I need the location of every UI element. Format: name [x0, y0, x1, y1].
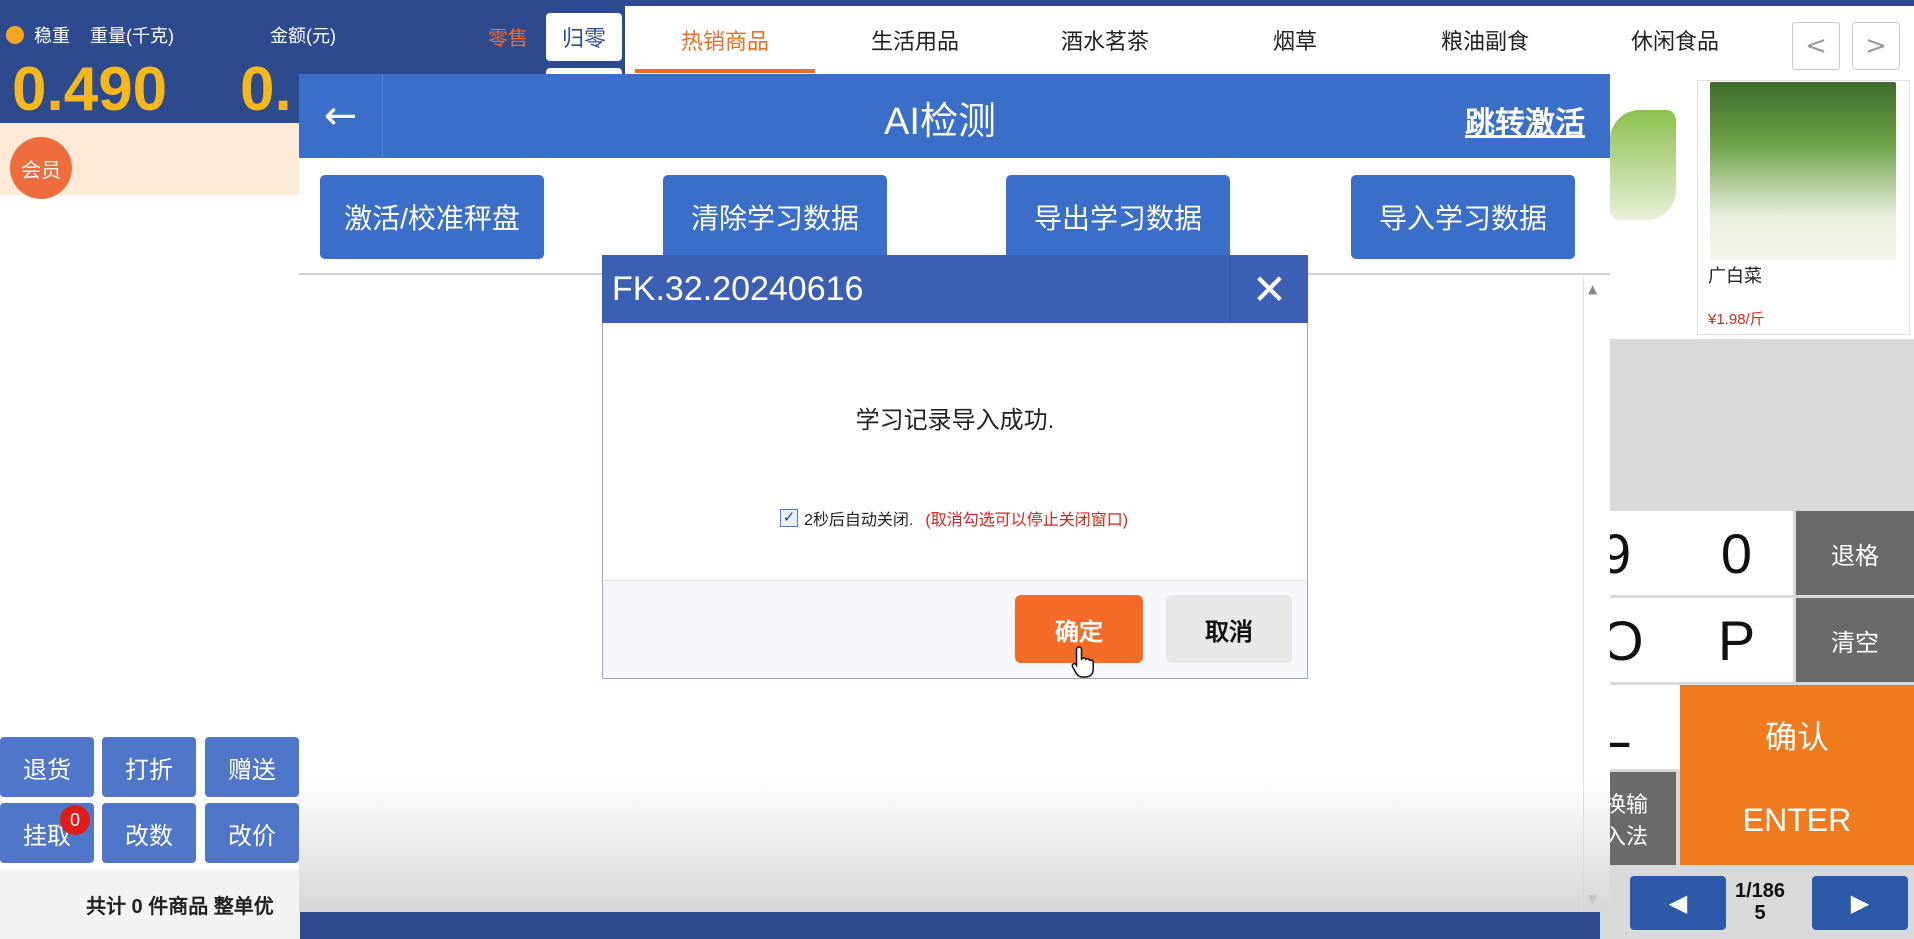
product-image-lettuce[interactable] — [1610, 110, 1676, 220]
export-learning-data-button[interactable]: 导出学习数据 — [1006, 175, 1230, 259]
close-icon[interactable]: ✕ — [1230, 255, 1308, 323]
edit-quantity-button[interactable]: 改数 — [102, 803, 196, 863]
gift-button[interactable]: 赠送 — [205, 737, 299, 797]
clear-key[interactable]: 清空 — [1796, 598, 1914, 682]
tab-grain-oil[interactable]: 粮油副食 — [1395, 6, 1575, 74]
tab-hot-products[interactable]: 热销商品 — [635, 6, 815, 74]
discount-button[interactable]: 打折 — [102, 737, 196, 797]
tab-drinks-tea[interactable]: 酒水茗茶 — [1015, 6, 1195, 74]
panel-bottom-shade — [299, 780, 1610, 912]
ai-panel-title: AI检测 — [884, 101, 996, 143]
weight-value: 0.490 — [12, 55, 168, 124]
stable-indicator-icon — [6, 26, 24, 44]
product-image-cabbage — [1710, 82, 1896, 260]
weight-label: 重量(千克) — [90, 26, 174, 46]
dialog-title: FK.32.20240616 — [612, 270, 864, 308]
input-method-key[interactable]: 换输 入法 — [1600, 772, 1676, 865]
page-indicator: 1/186 5 — [1730, 880, 1790, 924]
tab-snacks[interactable]: 休闲食品 — [1585, 6, 1765, 74]
key-o[interactable]: O — [1600, 598, 1680, 682]
sale-mode-label: 零售 — [488, 28, 528, 50]
jump-activate-link[interactable]: 跳转激活 — [1465, 98, 1585, 142]
return-button[interactable]: 退货 — [0, 737, 94, 797]
input-method-label-1: 换输 — [1604, 791, 1649, 817]
stable-label: 稳重 — [34, 26, 70, 46]
cancel-button[interactable]: 取消 — [1166, 595, 1292, 663]
page-indicator-line1: 1/186 — [1734, 880, 1786, 902]
auto-close-row: ✓ 2秒后自动关闭. (取消勾选可以停止关闭窗口) — [780, 506, 1128, 530]
enter-label: ENTER — [1742, 801, 1852, 838]
edit-price-button[interactable]: 改价 — [205, 803, 299, 863]
tabs-prev-button[interactable]: < — [1792, 22, 1840, 70]
key-p[interactable]: P — [1680, 598, 1793, 682]
tab-tobacco[interactable]: 烟草 — [1205, 6, 1385, 74]
page-prev-button[interactable]: ◀ — [1630, 876, 1726, 930]
confirm-label: 确认 — [1764, 718, 1829, 755]
hold-count-badge: 0 — [60, 805, 90, 835]
active-tab-indicator — [635, 69, 815, 73]
member-button[interactable]: 会员 — [10, 137, 72, 199]
order-summary: 共计 0 件商品 整单优 — [86, 896, 274, 918]
page-indicator-line2: 5 — [1754, 902, 1766, 924]
auto-close-checkbox[interactable]: ✓ — [780, 509, 798, 527]
back-arrow-icon[interactable]: ← — [299, 74, 383, 158]
confirm-enter-key[interactable]: 确认 ENTER — [1680, 685, 1914, 865]
category-tabs: 热销商品 生活用品 酒水茗茶 烟草 粮油副食 休闲食品 < > — [625, 6, 1914, 74]
zero-button[interactable]: 归零 — [546, 13, 622, 61]
clear-learning-data-button[interactable]: 清除学习数据 — [663, 175, 887, 259]
tabs-next-button[interactable]: > — [1852, 22, 1900, 70]
key-0[interactable]: 0 — [1680, 511, 1793, 595]
amount-value: 0. — [240, 55, 292, 124]
auto-close-hint: (取消勾选可以停止关闭窗口) — [925, 512, 1129, 529]
product-price: ¥1.98/斤 — [1708, 311, 1765, 328]
hand-cursor-icon — [1071, 646, 1094, 678]
page-next-button[interactable]: ▶ — [1812, 876, 1908, 930]
tab-daily-goods[interactable]: 生活用品 — [825, 6, 1005, 74]
input-method-label-2: 入法 — [1604, 823, 1649, 849]
keypad: 9 0 退格 O P 清空 L 换输 入法 确认 ENTER — [1600, 509, 1914, 865]
key-l[interactable]: L — [1600, 685, 1680, 769]
key-9[interactable]: 9 — [1600, 511, 1680, 595]
product-name: 广白菜 — [1708, 266, 1762, 286]
amount-label: 金额(元) — [270, 26, 336, 46]
auto-close-label[interactable]: 2秒后自动关闭. — [804, 506, 913, 530]
backspace-key[interactable]: 退格 — [1796, 511, 1914, 595]
import-learning-data-button[interactable]: 导入学习数据 — [1351, 175, 1575, 259]
product-grid-empty — [1600, 339, 1914, 509]
activate-calibrate-button[interactable]: 激活/校准秤盘 — [320, 175, 544, 259]
scroll-up-icon[interactable]: ▲ — [1588, 282, 1597, 296]
dialog-message: 学习记录导入成功. — [855, 407, 1055, 434]
